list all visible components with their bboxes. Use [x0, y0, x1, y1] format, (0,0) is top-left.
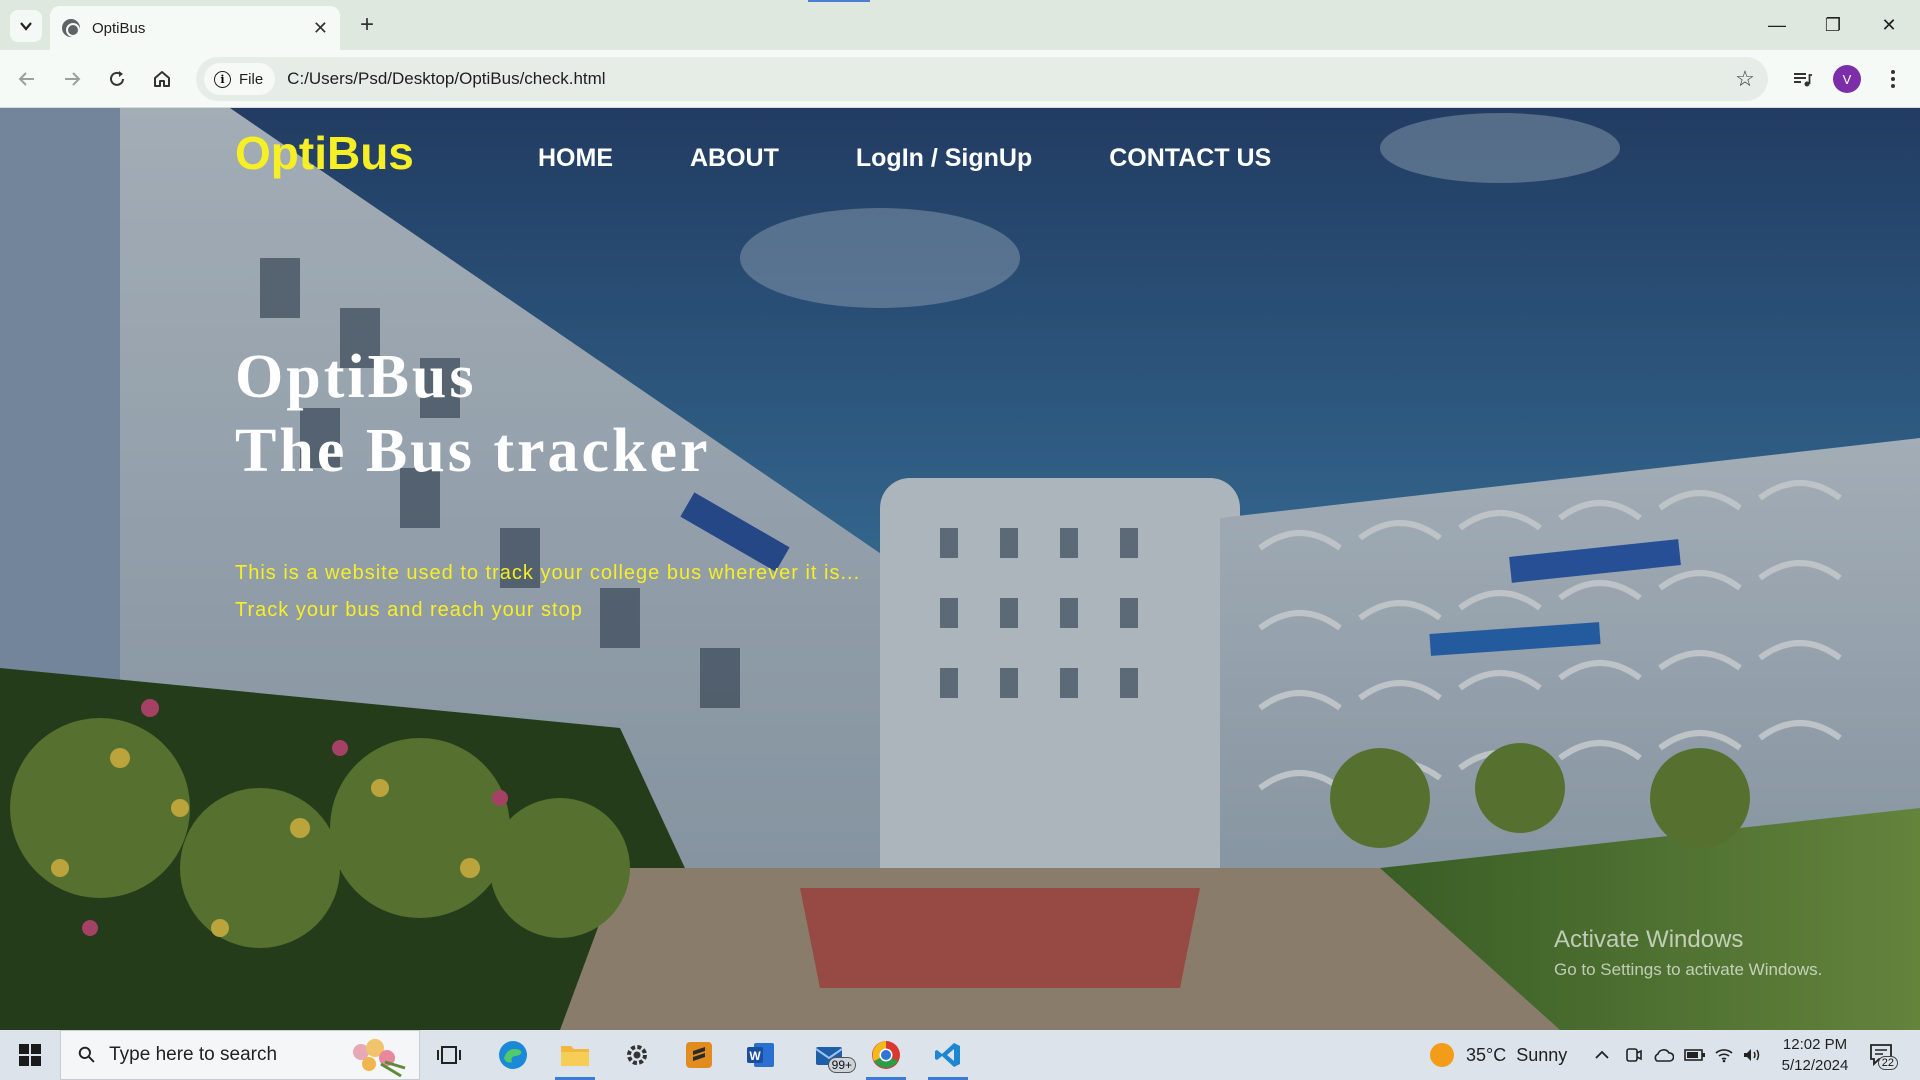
nav-contact-link[interactable]: CONTACT US	[1109, 144, 1271, 173]
url-text[interactable]: C:/Users/Psd/Desktop/OptiBus/check.html	[287, 69, 1728, 89]
back-button[interactable]	[10, 62, 44, 96]
clock-date: 5/12/2024	[1781, 1057, 1849, 1074]
profile-avatar[interactable]: V	[1833, 65, 1861, 93]
hero-tagline-2: Track your bus and reach your stop	[235, 599, 583, 621]
page-viewport: OptiBus HOME ABOUT LogIn / SignUp CONTAC…	[0, 108, 1920, 1030]
chrome-button[interactable]	[861, 1035, 911, 1080]
search-highlight-flower-icon	[353, 1039, 406, 1078]
taskbar-clock[interactable]: 12:02 PM 5/12/2024	[1770, 1034, 1860, 1076]
word-button[interactable]: W	[736, 1035, 786, 1075]
weather-widget[interactable]: 35°C Sunny	[1430, 1030, 1567, 1080]
weather-text: 35°C Sunny	[1466, 1044, 1568, 1065]
browser-toolbar: i File C:/Users/Psd/Desktop/OptiBus/chec…	[0, 50, 1920, 108]
chrome-icon	[872, 1041, 900, 1069]
speaker-icon	[1744, 1049, 1760, 1061]
home-button[interactable]	[145, 62, 179, 96]
svg-text:W: W	[749, 1049, 761, 1063]
show-hidden-icons-button[interactable]	[1594, 1030, 1610, 1080]
vscode-button[interactable]	[923, 1035, 973, 1080]
kebab-menu-icon	[1891, 70, 1895, 88]
file-explorer-button[interactable]	[550, 1035, 600, 1080]
arrow-left-icon	[18, 72, 34, 86]
site-logo[interactable]: OptiBus	[235, 126, 414, 180]
playlist-icon	[1794, 73, 1812, 87]
sublime-text-button[interactable]	[674, 1035, 724, 1075]
site-info-chip[interactable]: i File	[204, 63, 276, 95]
search-icon: ⚲	[72, 1040, 102, 1070]
settings-icon	[627, 1045, 647, 1065]
word-icon: W	[747, 1043, 774, 1067]
hero-heading-line-1: OptiBus	[235, 343, 477, 411]
clock-time: 12:02 PM	[1782, 1036, 1848, 1053]
reload-icon	[110, 71, 124, 86]
info-icon: i	[214, 70, 231, 88]
sun-icon	[1430, 1043, 1454, 1067]
edge-icon	[499, 1041, 527, 1069]
file-explorer-icon	[561, 1046, 589, 1066]
windows-taskbar: ⚲ Type here to search W 99+ 35°C Sunny 1…	[0, 1030, 1920, 1080]
nav-about-link[interactable]: ABOUT	[690, 144, 779, 173]
hero-heading: OptiBus The Bus tracker	[235, 340, 711, 488]
reload-button[interactable]	[100, 62, 134, 96]
site-info-label: File	[239, 70, 264, 88]
home-icon	[154, 71, 170, 87]
edge-button[interactable]	[488, 1035, 538, 1075]
arrow-right-icon	[65, 72, 81, 86]
nav-login-signup-link[interactable]: LogIn / SignUp	[856, 144, 1032, 173]
wifi-icon	[1715, 1049, 1733, 1063]
chevron-down-icon	[20, 22, 32, 31]
hero-tagline-1: This is a website used to track your col…	[235, 562, 861, 584]
new-tab-button[interactable]: +	[352, 10, 382, 40]
cloud-icon	[1654, 1049, 1674, 1062]
close-window-button[interactable]: ✕	[1862, 8, 1916, 42]
taskbar-search-box[interactable]: ⚲ Type here to search	[60, 1030, 420, 1080]
globe-icon	[62, 19, 80, 37]
task-view-button[interactable]	[424, 1035, 474, 1075]
activate-windows-watermark: Activate Windows Go to Settings to activ…	[1554, 926, 1822, 980]
battery-button[interactable]	[1684, 1030, 1706, 1080]
menu-button[interactable]	[1876, 62, 1910, 96]
mail-button[interactable]: 99+	[806, 1035, 856, 1075]
mail-unread-badge: 99+	[827, 1057, 856, 1073]
meet-now-icon	[1626, 1048, 1642, 1062]
volume-button[interactable]	[1742, 1030, 1762, 1080]
hero-heading-line-2: The Bus tracker	[235, 417, 711, 485]
maximize-button[interactable]: ❐	[1806, 8, 1860, 42]
notification-count-badge: 22	[1877, 1056, 1898, 1070]
vscode-icon	[935, 1043, 960, 1067]
watermark-title: Activate Windows	[1554, 926, 1744, 953]
tab-title: OptiBus	[92, 19, 146, 37]
tab-optibus[interactable]: OptiBus ✕	[50, 6, 340, 50]
chevron-up-icon	[1595, 1050, 1609, 1059]
battery-icon	[1684, 1049, 1705, 1061]
search-placeholder: Type here to search	[109, 1044, 278, 1065]
media-control-button[interactable]	[1785, 62, 1819, 96]
watermark-subtitle: Go to Settings to activate Windows.	[1554, 960, 1823, 979]
nav-home-link[interactable]: HOME	[538, 144, 613, 173]
tab-strip: OptiBus ✕ + — ❐ ✕	[0, 0, 1920, 50]
loading-indicator	[808, 0, 870, 2]
main-nav: HOME ABOUT LogIn / SignUp CONTACT US	[538, 144, 1348, 173]
meet-now-button[interactable]	[1624, 1030, 1642, 1080]
bookmark-star-icon[interactable]: ☆	[1728, 66, 1762, 92]
task-view-icon	[437, 1046, 461, 1064]
onedrive-button[interactable]	[1652, 1030, 1674, 1080]
network-button[interactable]	[1714, 1030, 1734, 1080]
windows-logo-icon	[19, 1044, 41, 1066]
start-button[interactable]	[0, 1030, 60, 1080]
settings-button[interactable]	[612, 1035, 662, 1075]
tab-search-button[interactable]	[10, 10, 42, 42]
address-bar[interactable]: i File C:/Users/Psd/Desktop/OptiBus/chec…	[196, 57, 1768, 101]
forward-button[interactable]	[55, 62, 89, 96]
minimize-button[interactable]: —	[1750, 8, 1804, 42]
sublime-icon	[686, 1042, 712, 1068]
notification-center-button[interactable]: 22	[1868, 1040, 1898, 1070]
tab-close-button[interactable]: ✕	[313, 18, 328, 39]
